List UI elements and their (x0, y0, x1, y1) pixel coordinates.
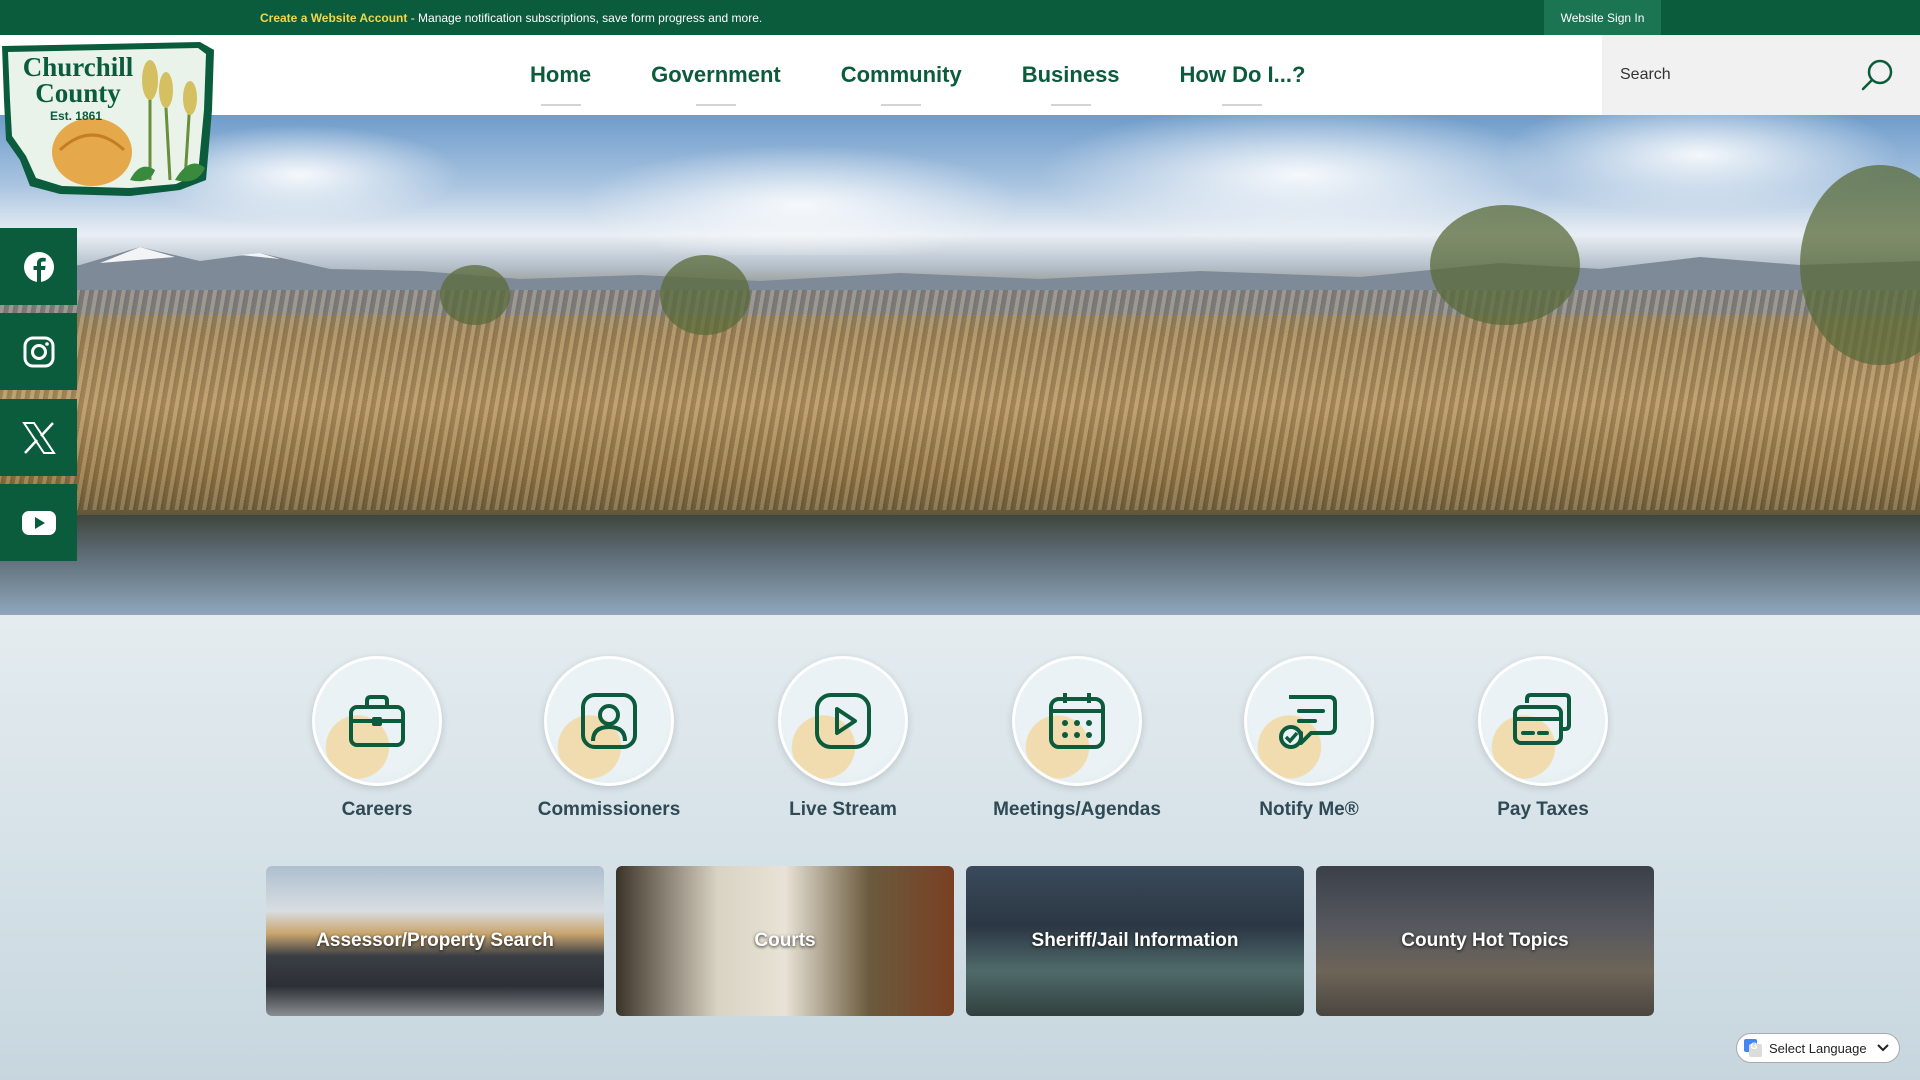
quick-link-pay-taxes[interactable]: Pay Taxes (1453, 656, 1633, 826)
hero-bush (1430, 205, 1580, 325)
hero-image (0, 115, 1920, 615)
account-banner-message: - Manage notification subscriptions, sav… (407, 11, 763, 25)
create-account-link[interactable]: Create a Website Account (260, 11, 407, 25)
x-twitter-icon (21, 421, 56, 454)
notify-icon (1279, 695, 1337, 749)
nav-underline (1050, 104, 1091, 106)
briefcase-icon (349, 695, 405, 747)
cards-icon (1513, 693, 1571, 745)
youtube-link[interactable] (0, 484, 77, 561)
tile-label: Assessor/Property Search (316, 930, 554, 951)
nav-underline (1222, 104, 1263, 106)
quick-link-circle (312, 656, 442, 786)
quick-link-label: Commissioners (537, 799, 681, 820)
account-banner: Create a Website Account - Manage notifi… (260, 11, 762, 25)
quick-link-notify-me[interactable]: Notify Me® (1219, 656, 1399, 826)
nav-community[interactable]: Community (811, 35, 992, 115)
search-icon[interactable] (1860, 58, 1894, 92)
main-nav: Home Government Community Business How D… (500, 35, 1335, 115)
quick-link-careers[interactable]: Careers (287, 656, 467, 826)
quick-link-label: Pay Taxes (1497, 799, 1589, 820)
quick-link-circle (544, 656, 674, 786)
quick-link-circle (778, 656, 908, 786)
top-bar: Create a Website Account - Manage notifi… (0, 0, 1920, 35)
nav-home[interactable]: Home (500, 35, 621, 115)
google-translate-icon: G (1744, 1039, 1762, 1057)
quick-link-label: Careers (341, 799, 413, 820)
hero-bush (660, 255, 750, 335)
quick-link-circle (1244, 656, 1374, 786)
select-language-dropdown[interactable]: G Select Language (1736, 1033, 1900, 1063)
play-icon (815, 693, 871, 749)
facebook-icon (23, 251, 54, 282)
calendar-icon (1049, 693, 1105, 749)
quick-link-label: Meetings/Agendas (993, 799, 1161, 820)
nav-label: Government (651, 62, 781, 87)
logo-line2: County (35, 78, 121, 108)
tile-assessor-property-search[interactable]: Assessor/Property Search (266, 866, 604, 1016)
search-input[interactable] (1602, 35, 1862, 115)
nav-label: Business (1021, 62, 1120, 87)
hero-water (0, 515, 1920, 615)
nav-underline (695, 104, 736, 106)
quick-link-label: Notify Me® (1259, 799, 1359, 820)
youtube-icon (21, 510, 56, 535)
nav-underline (540, 104, 581, 106)
tile-label: Sheriff/Jail Information (1031, 930, 1239, 951)
tile-county-hot-topics[interactable]: County Hot Topics (1316, 866, 1654, 1016)
select-language-label: Select Language (1769, 1040, 1867, 1056)
instagram-icon (23, 336, 54, 367)
nav-business[interactable]: Business (992, 35, 1150, 115)
quick-link-meetings-agendas[interactable]: Meetings/Agendas (987, 656, 1167, 826)
county-logo[interactable]: Churchill County Est. 1861 (0, 40, 218, 198)
nav-label: How Do I...? (1179, 62, 1306, 87)
chevron-down-icon (1876, 1044, 1889, 1052)
quick-link-circle (1478, 656, 1608, 786)
svg-text:G: G (1751, 1041, 1758, 1051)
nav-underline (881, 104, 922, 106)
tile-label: County Hot Topics (1401, 930, 1569, 951)
hero-clouds (0, 115, 1920, 255)
logo-est: Est. 1861 (50, 109, 102, 123)
nav-how-do-i[interactable]: How Do I...? (1150, 35, 1336, 115)
quick-link-circle (1012, 656, 1142, 786)
hero-reeds (0, 290, 1920, 510)
nav-label: Community (840, 62, 962, 87)
website-sign-in-button[interactable]: Website Sign In (1544, 0, 1661, 35)
tile-courts[interactable]: Courts (616, 866, 954, 1016)
tile-sheriff-jail-information[interactable]: Sheriff/Jail Information (966, 866, 1304, 1016)
tile-label: Courts (754, 930, 816, 951)
x-twitter-link[interactable] (0, 399, 77, 476)
hero-bush (440, 265, 510, 325)
nav-government[interactable]: Government (621, 35, 811, 115)
quick-link-commissioners[interactable]: Commissioners (519, 656, 699, 826)
user-icon (581, 693, 637, 749)
instagram-link[interactable] (0, 313, 77, 390)
nav-label: Home (530, 62, 592, 87)
quick-link-live-stream[interactable]: Live Stream (753, 656, 933, 826)
quick-link-label: Live Stream (789, 799, 897, 820)
facebook-link[interactable] (0, 228, 77, 305)
